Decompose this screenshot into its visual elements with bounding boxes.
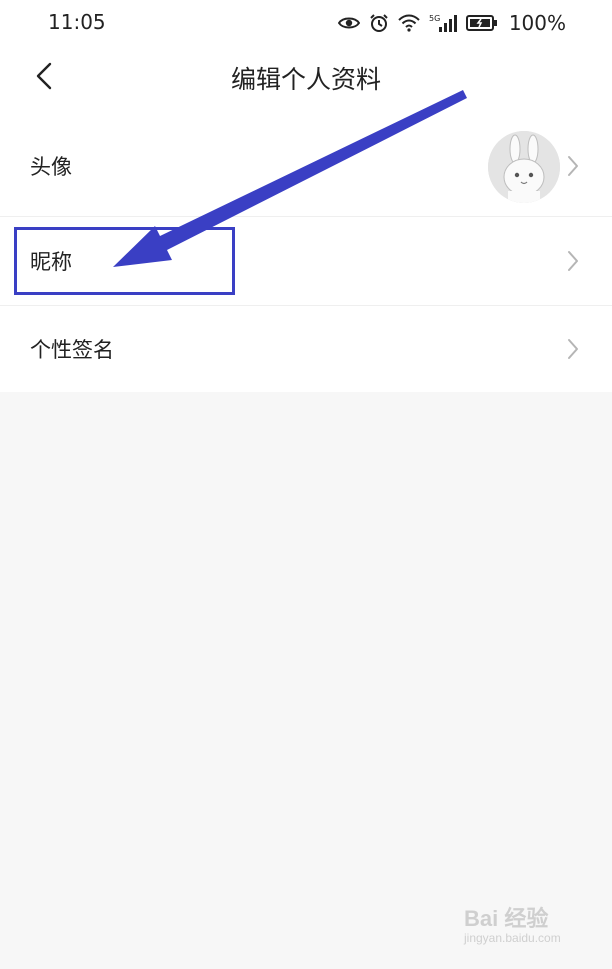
watermark-url: jingyan.baidu.com bbox=[464, 931, 561, 945]
annotation-arrow bbox=[113, 90, 467, 267]
watermark: Bai 经验 jingyan.baidu.com bbox=[464, 901, 584, 951]
watermark-brand: Bai 经验 bbox=[464, 906, 549, 931]
